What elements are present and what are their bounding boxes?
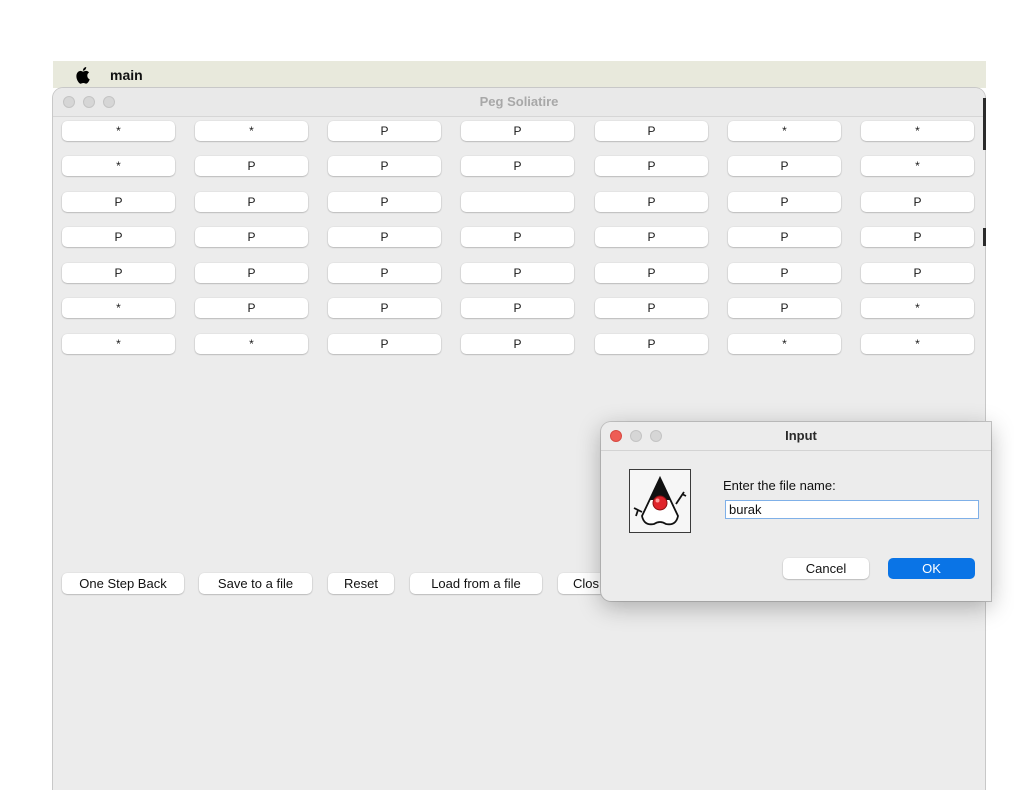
board-cell[interactable]: P	[328, 263, 441, 283]
java-duke-icon	[629, 469, 691, 533]
board-cell[interactable]: P	[861, 227, 974, 247]
board-cell[interactable]: P	[195, 227, 308, 247]
board-cell[interactable]: P	[595, 227, 708, 247]
board-cell[interactable]: *	[861, 121, 974, 141]
board-cell[interactable]: P	[461, 156, 574, 176]
ok-button[interactable]: OK	[888, 558, 975, 579]
board-cell[interactable]: P	[62, 227, 175, 247]
window-titlebar[interactable]: Peg Soliatire	[53, 88, 985, 117]
board-cell[interactable]: P	[461, 334, 574, 354]
dialog-close-button[interactable]	[610, 430, 622, 442]
window-title: Peg Soliatire	[479, 94, 559, 109]
load-from-file-button[interactable]: Load from a file	[410, 573, 542, 594]
board-cell[interactable]: P	[62, 192, 175, 212]
dialog-title: Input	[785, 428, 817, 443]
board-cell[interactable]: *	[861, 156, 974, 176]
board-cell[interactable]: P	[461, 121, 574, 141]
board-cell[interactable]: P	[595, 121, 708, 141]
filename-input[interactable]	[725, 500, 979, 519]
board-cell[interactable]: P	[861, 263, 974, 283]
board-cell[interactable]: P	[461, 227, 574, 247]
board-cell[interactable]: *	[861, 298, 974, 318]
board-cell[interactable]: P	[595, 263, 708, 283]
board-cell[interactable]: P	[328, 156, 441, 176]
board-cell[interactable]: P	[728, 192, 841, 212]
save-to-file-button[interactable]: Save to a file	[199, 573, 312, 594]
cancel-button[interactable]: Cancel	[783, 558, 869, 579]
board-cell[interactable]: *	[728, 334, 841, 354]
background-window-edge	[983, 228, 986, 246]
menu-bar: main	[53, 61, 986, 88]
board-cell[interactable]: P	[728, 263, 841, 283]
board-cell[interactable]: *	[62, 298, 175, 318]
board-cell[interactable]: P	[195, 192, 308, 212]
board-cell[interactable]: *	[861, 334, 974, 354]
dialog-minimize-button[interactable]	[630, 430, 642, 442]
board-cell[interactable]: *	[62, 156, 175, 176]
board-cell[interactable]: P	[595, 334, 708, 354]
board-cell[interactable]: P	[195, 298, 308, 318]
board-cell[interactable]: *	[195, 334, 308, 354]
board-cell[interactable]: P	[195, 156, 308, 176]
board-cell[interactable]: P	[728, 227, 841, 247]
board-cell[interactable]: *	[195, 121, 308, 141]
board-cell[interactable]: *	[62, 334, 175, 354]
board-cell[interactable]: P	[328, 334, 441, 354]
one-step-back-button[interactable]: One Step Back	[62, 573, 184, 594]
board-cell[interactable]: *	[728, 121, 841, 141]
board-cell[interactable]: P	[328, 121, 441, 141]
board-cell[interactable]: P	[461, 298, 574, 318]
board-cell[interactable]: P	[328, 192, 441, 212]
board-cell[interactable]: P	[861, 192, 974, 212]
board-cell[interactable]: P	[461, 263, 574, 283]
dialog-titlebar[interactable]: Input	[601, 422, 991, 451]
board-cell[interactable]: P	[328, 227, 441, 247]
board-cell[interactable]: P	[195, 263, 308, 283]
board-cell[interactable]: *	[62, 121, 175, 141]
board-cell[interactable]	[461, 192, 574, 212]
dialog-zoom-button[interactable]	[650, 430, 662, 442]
board-cell[interactable]: P	[595, 192, 708, 212]
reset-button[interactable]: Reset	[328, 573, 394, 594]
apple-logo-icon[interactable]	[75, 66, 91, 84]
dialog-prompt: Enter the file name:	[723, 478, 836, 493]
input-dialog: Input Enter the file name: Cancel OK	[601, 422, 991, 601]
board-cell[interactable]: P	[595, 156, 708, 176]
board-cell[interactable]: P	[62, 263, 175, 283]
board-cell[interactable]: P	[728, 298, 841, 318]
board-cell[interactable]: P	[595, 298, 708, 318]
board-cell[interactable]: P	[728, 156, 841, 176]
board-cell[interactable]: P	[328, 298, 441, 318]
menu-app-name[interactable]: main	[110, 67, 143, 83]
background-window-edge	[983, 98, 986, 150]
